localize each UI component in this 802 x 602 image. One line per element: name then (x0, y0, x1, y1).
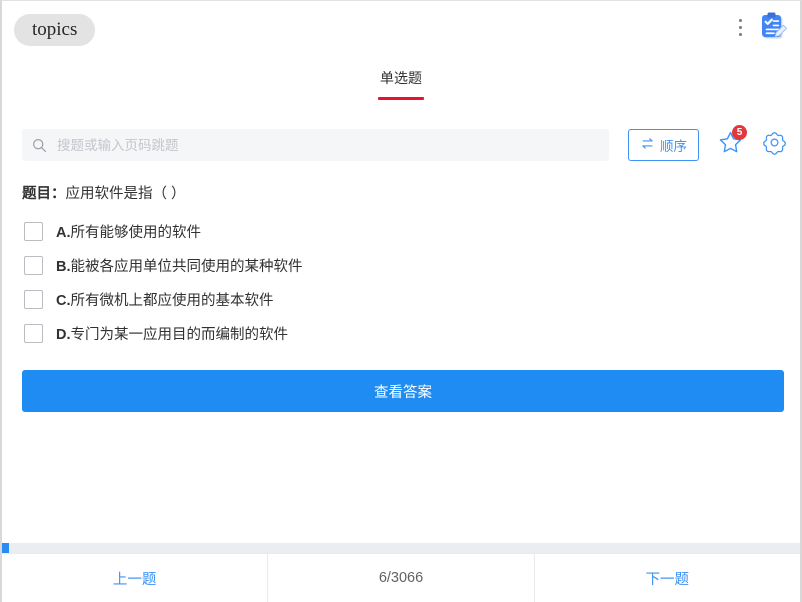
option-b-label: B.能被各应用单位共同使用的某种软件 (56, 255, 303, 276)
option-d-text: 专门为某一应用目的而编制的软件 (70, 326, 289, 343)
tab-single-choice-label: 单选题 (380, 70, 422, 86)
question-type-tabs: 单选题 (2, 57, 800, 109)
order-mode-label: 顺序 (660, 139, 687, 154)
option-a-key: A. (56, 224, 71, 241)
question-counter: 6/3066 (267, 554, 535, 602)
option-b-checkbox[interactable] (24, 255, 43, 275)
option-c-key: C. (56, 292, 71, 309)
pagination-bar: 上一题 6/3066 下一题 (2, 553, 800, 602)
view-answer-button[interactable]: 查看答案 (22, 370, 784, 412)
question-stem-text: 应用软件是指（ ） (65, 186, 186, 202)
option-b-text: 能被各应用单位共同使用的某种软件 (70, 258, 303, 275)
option-a-text: 所有能够使用的软件 (70, 224, 202, 241)
previous-question-button[interactable]: 上一题 (2, 554, 267, 602)
swap-arrows-icon (640, 137, 655, 153)
option-c-text: 所有微机上都应使用的基本软件 (70, 292, 274, 309)
option-d[interactable]: D.专门为某一应用目的而编制的软件 (22, 316, 800, 350)
question-stem-label: 题目： (22, 186, 66, 202)
option-d-checkbox[interactable] (24, 323, 43, 343)
search-input[interactable] (55, 136, 599, 154)
next-question-button[interactable]: 下一题 (535, 554, 800, 602)
option-c-checkbox[interactable] (24, 289, 43, 309)
favorite-count-badge: 5 (732, 125, 747, 140)
order-mode-button[interactable]: 顺序 (628, 129, 699, 161)
option-a-checkbox[interactable] (24, 221, 43, 241)
option-b-key: B. (56, 258, 71, 275)
clipboard-check-pencil-icon[interactable] (756, 10, 790, 44)
question-stem: 题目：应用软件是指（ ） (22, 184, 800, 204)
option-d-key: D. (56, 326, 71, 343)
browser-tab-topics[interactable]: topics (14, 14, 96, 46)
search-icon (32, 138, 47, 153)
tab-single-choice[interactable]: 单选题 (376, 57, 426, 100)
settings-button[interactable] (762, 129, 787, 161)
search-toolbar: 顺序 5 (2, 118, 800, 172)
top-bar: topics (2, 1, 800, 57)
app-window: topics 单选题 搜题或输入页码跳题 顺序 5 题目：应用软件是指（ ） A… (0, 0, 802, 602)
options-list: A.所有能够使用的软件 B.能被各应用单位共同使用的某种软件 C.所有微机上都应… (2, 214, 800, 350)
gear-icon (762, 130, 787, 160)
option-d-label: D.专门为某一应用目的而编制的软件 (56, 323, 288, 344)
option-a-label: A.所有能够使用的软件 (56, 221, 201, 242)
more-vertical-icon[interactable] (732, 14, 748, 40)
option-b[interactable]: B.能被各应用单位共同使用的某种软件 (22, 248, 800, 282)
search-box[interactable] (22, 129, 609, 161)
tab-active-indicator (378, 97, 424, 100)
option-c-label: C.所有微机上都应使用的基本软件 (56, 289, 274, 310)
option-a[interactable]: A.所有能够使用的软件 (22, 214, 800, 248)
option-c[interactable]: C.所有微机上都应使用的基本软件 (22, 282, 800, 316)
top-bar-actions (732, 10, 790, 44)
favorite-button[interactable]: 5 (717, 125, 747, 161)
